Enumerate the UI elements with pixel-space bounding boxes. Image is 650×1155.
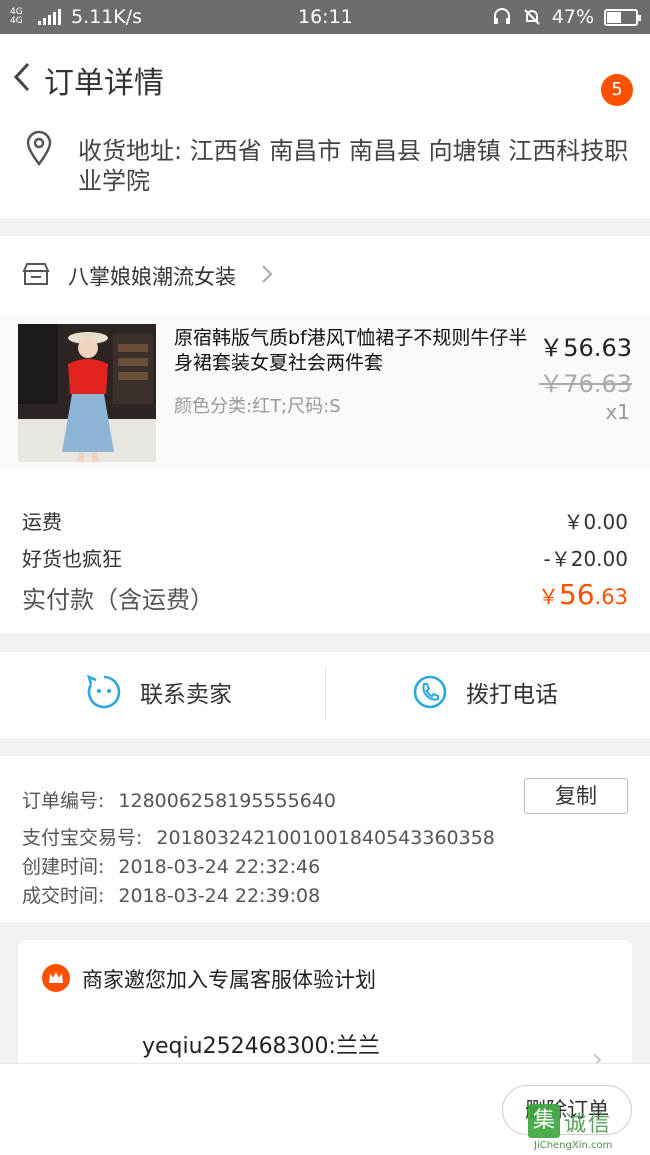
- watermark-cn: 诚信: [564, 1112, 613, 1137]
- shipping-address: 收货地址: 江西省 南昌市 南昌县 向塘镇 江西科技职业学院: [78, 137, 629, 195]
- deal-row: 成交时间: 2018-03-24 22:39:08: [22, 881, 320, 908]
- discount-label: 好货也疯狂: [22, 547, 122, 571]
- status-left: 4G 4G 5.11K/s: [10, 6, 142, 28]
- copy-button[interactable]: 复制: [524, 778, 628, 814]
- battery-level: [607, 11, 622, 23]
- headset-icon: [493, 8, 510, 24]
- shop-card: 八掌娘娘潮流女装 原宿韩版气质bf港风T恤裙子不规则牛仔半身裙套装女夏社会两件套…: [0, 236, 650, 470]
- shipping-row: 运费 ￥0.00: [22, 506, 628, 535]
- bottom-action-bar: 删除订单 集 诚信 JiChengXin.com: [0, 1063, 650, 1155]
- network-speed: 5.11K/s: [71, 6, 143, 28]
- watermark-en: JiChengXin.com: [534, 1140, 613, 1151]
- deal-label: 成交时间:: [22, 885, 105, 907]
- product-title[interactable]: 原宿韩版气质bf港风T恤裙子不规则牛仔半身裙套装女夏社会两件套: [174, 326, 534, 376]
- contact-bar: 联系卖家 拨打电话: [0, 652, 650, 738]
- location-pin-icon: [26, 130, 52, 166]
- battery-icon: [604, 8, 641, 26]
- phone-icon: [413, 675, 447, 709]
- call-phone-button[interactable]: 拨打电话: [412, 674, 558, 710]
- crown-icon: [42, 964, 70, 992]
- discount-row: 好货也疯狂 -￥20.00: [22, 543, 628, 572]
- order-info: 订单编号: 128006258195555640 复制 支付宝交易号: 201803…: [0, 756, 650, 922]
- created-row: 创建时间: 2018-03-24 22:32:46: [22, 852, 320, 879]
- nav-bar: 订单详情 5: [0, 34, 650, 118]
- watermark-logo: 集 诚信 JiChengXin.com: [528, 1104, 648, 1154]
- network-type: 4G 4G: [10, 7, 23, 26]
- invite-title: 商家邀您加入专属客服体验计划: [82, 968, 376, 992]
- alipay-label: 支付宝交易号:: [22, 827, 143, 849]
- total-currency: ￥: [537, 585, 559, 609]
- product-quantity: x1: [605, 400, 630, 424]
- total-label: 实付款（含运费）: [22, 586, 214, 614]
- contact-divider: [325, 668, 326, 720]
- signal-icon: [38, 9, 61, 25]
- product-image[interactable]: [18, 324, 156, 462]
- mute-bell-icon: [524, 9, 540, 25]
- address-section: 收货地址: 江西省 南昌市 南昌县 向塘镇 江西科技职业学院: [0, 118, 650, 218]
- back-icon[interactable]: [10, 60, 36, 94]
- created-time: 2018-03-24 22:32:46: [118, 856, 321, 878]
- page-title: 订单详情: [44, 66, 164, 101]
- deal-time: 2018-03-24 22:39:08: [118, 885, 321, 907]
- service-invite-card[interactable]: 商家邀您加入专属客服体验计划 yeqiu252468300:兰兰: [18, 940, 632, 1080]
- chat-face-icon: [86, 674, 121, 709]
- product-spec: 颜色分类:红T;尺码:S: [174, 396, 341, 417]
- order-number: 128006258195555640: [118, 790, 336, 812]
- shop-name[interactable]: 八掌娘娘潮流女装: [68, 261, 236, 291]
- shop-icon: [22, 263, 50, 285]
- invite-user: yeqiu252468300:兰兰: [142, 1034, 380, 1059]
- total-dec: .63: [594, 585, 628, 609]
- fee-summary: 运费 ￥0.00 好货也疯狂 -￥20.00 实付款（含运费） ￥56.63: [0, 470, 650, 633]
- contact-seller-label: 联系卖家: [140, 682, 232, 708]
- order-item[interactable]: 原宿韩版气质bf港风T恤裙子不规则牛仔半身裙套装女夏社会两件套 颜色分类:红T;…: [0, 314, 650, 470]
- order-number-row: 订单编号: 128006258195555640: [22, 786, 336, 813]
- total-paid: ￥56.63: [538, 578, 628, 611]
- contact-seller-button[interactable]: 联系卖家: [86, 674, 232, 710]
- shipping-value: ￥0.00: [563, 510, 628, 534]
- discount-value: -￥20.00: [543, 547, 628, 571]
- watermark-box: 集: [528, 1104, 560, 1138]
- order-number-label: 订单编号:: [22, 790, 105, 812]
- chevron-right-icon[interactable]: [260, 264, 274, 284]
- status-bar: 4G 4G 5.11K/s 16:11 47%: [0, 0, 650, 34]
- alipay-number: 2018032421001001840543360358: [156, 827, 495, 849]
- created-label: 创建时间:: [22, 856, 105, 878]
- alipay-row: 支付宝交易号: 2018032421001001840543360358: [22, 823, 495, 850]
- shipping-label: 运费: [22, 510, 62, 534]
- notification-badge: 5: [601, 74, 633, 106]
- total-int: 56: [558, 578, 595, 611]
- status-right: 47%: [492, 6, 641, 28]
- call-phone-label: 拨打电话: [466, 682, 558, 708]
- battery-percent: 47%: [551, 6, 594, 28]
- original-price: ￥76.63: [539, 370, 632, 398]
- clock: 16:11: [298, 6, 353, 28]
- product-price: ￥56.63: [539, 334, 632, 362]
